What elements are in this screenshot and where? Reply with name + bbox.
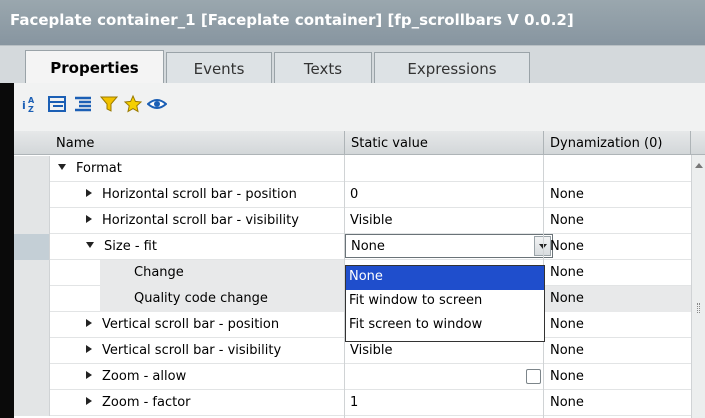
dynamization-value[interactable]: None bbox=[550, 182, 584, 208]
tab-expressions[interactable]: Expressions bbox=[374, 52, 530, 84]
row-selector[interactable] bbox=[14, 338, 50, 364]
property-name-text: Zoom - factor bbox=[102, 395, 191, 410]
property-row-zoom-allow[interactable]: Zoom - allow None bbox=[14, 364, 705, 390]
dropdown-option-none[interactable]: None bbox=[346, 266, 544, 290]
property-row-format[interactable]: Format bbox=[14, 156, 705, 182]
dynamization-value[interactable]: None bbox=[550, 286, 584, 312]
property-name: Vertical scroll bar - position bbox=[86, 312, 279, 338]
faceplate-properties-window: Faceplate container_1 [Faceplate contain… bbox=[0, 0, 705, 418]
expand-arrow-icon[interactable] bbox=[86, 345, 92, 353]
scroll-up-icon[interactable] bbox=[695, 163, 703, 168]
expand-arrow-icon[interactable] bbox=[86, 397, 92, 405]
row-selector[interactable] bbox=[14, 208, 50, 234]
collapse-arrow-icon[interactable] bbox=[58, 164, 66, 170]
property-name-text: Change bbox=[134, 265, 184, 280]
collapse-arrow-icon[interactable] bbox=[86, 242, 94, 248]
expand-arrow-icon[interactable] bbox=[86, 371, 92, 379]
filter-icon[interactable] bbox=[98, 93, 120, 115]
zoom-allow-checkbox[interactable] bbox=[526, 369, 541, 384]
tab-events[interactable]: Events bbox=[166, 52, 272, 84]
property-name: Horizontal scroll bar - position bbox=[86, 182, 297, 208]
svg-text:A: A bbox=[28, 96, 35, 105]
property-name-text: Vertical scroll bar - visibility bbox=[102, 343, 282, 358]
sort-az-icon[interactable]: iAZ bbox=[20, 93, 42, 115]
property-name: Zoom - factor bbox=[86, 390, 191, 416]
dynamization-value[interactable]: None bbox=[550, 234, 584, 260]
dynamization-value[interactable]: None bbox=[550, 390, 584, 416]
property-row-zoom-factor[interactable]: Zoom - factor 1 None bbox=[14, 390, 705, 416]
row-selector[interactable] bbox=[14, 312, 50, 338]
static-value[interactable]: 0 bbox=[350, 182, 540, 208]
window-title: Faceplate container_1 [Faceplate contain… bbox=[0, 0, 705, 45]
expand-arrow-icon[interactable] bbox=[86, 215, 92, 223]
property-name: Size - fit bbox=[86, 234, 157, 260]
property-name: Format bbox=[58, 156, 122, 182]
property-row-hscroll-position[interactable]: Horizontal scroll bar - position 0 None bbox=[14, 182, 705, 208]
row-selector[interactable] bbox=[14, 364, 50, 390]
row-selector[interactable] bbox=[14, 390, 50, 416]
dynamization-value[interactable]: None bbox=[550, 338, 584, 364]
column-header-name[interactable]: Name bbox=[50, 131, 345, 155]
property-row-size-fit[interactable]: Size - fit None None bbox=[14, 234, 705, 260]
tab-properties[interactable]: Properties bbox=[25, 50, 164, 85]
dynamization-value[interactable]: None bbox=[550, 312, 584, 338]
property-name-text: Format bbox=[76, 161, 122, 176]
favorites-star-icon[interactable] bbox=[122, 93, 144, 115]
eye-icon[interactable] bbox=[146, 93, 168, 115]
scroll-grip-icon[interactable] bbox=[697, 303, 700, 313]
property-row-hscroll-visibility[interactable]: Horizontal scroll bar - visibility Visib… bbox=[14, 208, 705, 234]
static-value[interactable]: 1 bbox=[350, 390, 540, 416]
property-name: Vertical scroll bar - visibility bbox=[86, 338, 281, 364]
property-name-text: Size - fit bbox=[104, 239, 157, 254]
tab-texts[interactable]: Texts bbox=[274, 52, 372, 84]
dropdown-option-fit-window-to-screen[interactable]: Fit window to screen bbox=[346, 290, 544, 314]
size-fit-dropdown-list[interactable]: None Fit window to screen Fit screen to … bbox=[345, 265, 545, 342]
property-name-text: Quality code change bbox=[134, 291, 268, 306]
row-selector[interactable] bbox=[14, 156, 50, 182]
combobox-value: None bbox=[351, 239, 385, 254]
row-selector[interactable] bbox=[14, 260, 50, 286]
svg-text:Z: Z bbox=[28, 105, 34, 114]
svg-text:i: i bbox=[22, 99, 26, 112]
column-header-static-value[interactable]: Static value bbox=[345, 131, 544, 155]
property-name-text: Horizontal scroll bar - visibility bbox=[102, 213, 299, 228]
property-name-text: Zoom - allow bbox=[102, 369, 187, 384]
collapse-tree-icon[interactable] bbox=[72, 93, 94, 115]
dynamization-value[interactable]: None bbox=[550, 208, 584, 234]
expand-tree-icon[interactable] bbox=[46, 93, 68, 115]
row-selector[interactable] bbox=[14, 182, 50, 208]
static-value[interactable]: Visible bbox=[350, 208, 540, 234]
tab-strip: Properties Events Texts Expressions bbox=[0, 45, 705, 85]
row-selector[interactable] bbox=[14, 286, 50, 312]
properties-toolbar: iAZ bbox=[14, 83, 705, 131]
dropdown-option-fit-screen-to-window[interactable]: Fit screen to window bbox=[346, 314, 544, 338]
property-name-text: Vertical scroll bar - position bbox=[102, 317, 280, 332]
property-name-text: Horizontal scroll bar - position bbox=[102, 187, 297, 202]
vertical-scrollbar[interactable] bbox=[691, 155, 705, 418]
property-name: Zoom - allow bbox=[86, 364, 186, 390]
grid-header: Name Static value Dynamization (0) bbox=[14, 131, 705, 155]
column-header-dynamization[interactable]: Dynamization (0) bbox=[544, 131, 691, 155]
size-fit-combobox[interactable]: None bbox=[345, 234, 553, 258]
expand-arrow-icon[interactable] bbox=[86, 189, 92, 197]
expand-arrow-icon[interactable] bbox=[86, 319, 92, 327]
property-name: Horizontal scroll bar - visibility bbox=[86, 208, 299, 234]
row-selector[interactable] bbox=[14, 234, 50, 260]
properties-grid: Name Static value Dynamization (0) Forma… bbox=[14, 131, 705, 418]
dynamization-value[interactable]: None bbox=[550, 364, 584, 390]
dynamization-value[interactable]: None bbox=[550, 260, 584, 286]
